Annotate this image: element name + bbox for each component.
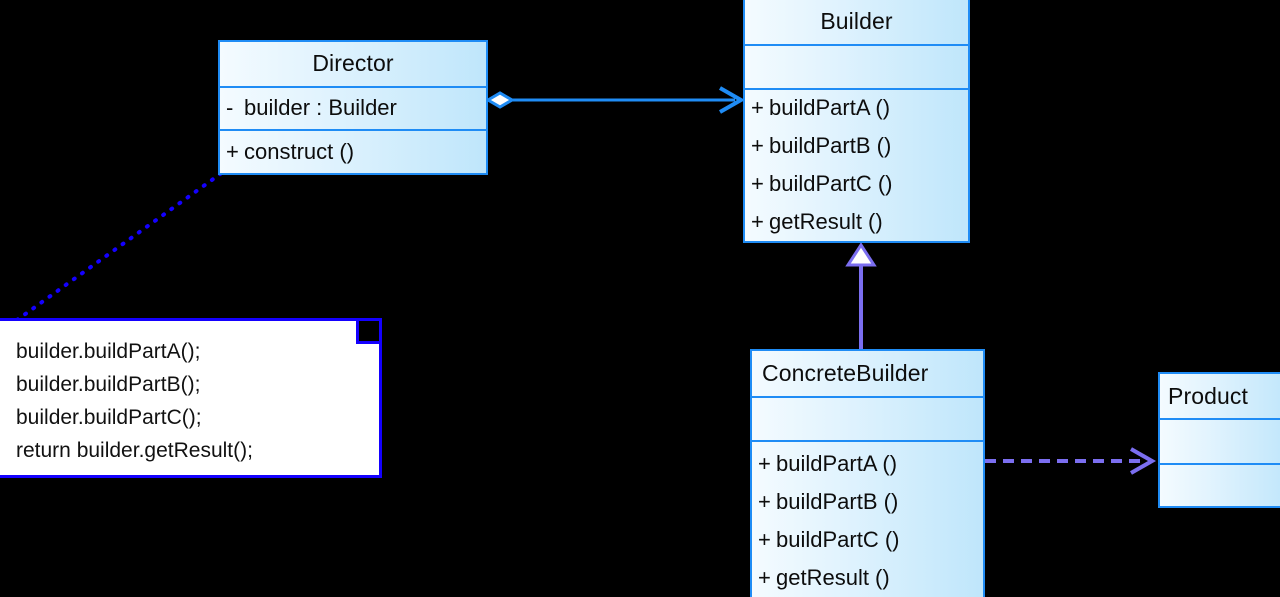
note-anchor-line [15,170,225,322]
operation-row: + buildPartA () [758,445,983,483]
operation-label: buildPartC () [776,526,900,552]
class-operations-concretebuilder: + buildPartA () + buildPartB () + buildPart… [752,440,983,597]
dotted-anchor [15,170,225,322]
operation-label: buildPartA () [776,450,898,476]
class-box-builder[interactable]: Builder + buildPartA () + buildPartB () + b… [743,0,970,243]
class-attributes-director: - builder : Builder [220,85,486,130]
visibility-marker: - [226,95,234,121]
visibility-marker: + [751,133,764,159]
class-box-concretebuilder[interactable]: ConcreteBuilder + buildPartA () + buildPar… [750,349,985,597]
visibility-marker: + [751,95,764,121]
operation-label: getResult () [776,564,890,590]
operation-label: buildPartC () [769,171,893,197]
dependency-concretebuilder-product [985,447,1157,475]
operation-row: + construct () [226,133,486,171]
attribute-row: - builder : Builder [226,89,486,127]
visibility-marker: + [226,139,239,165]
class-title-product: Product [1168,382,1248,409]
class-attributes-builder [745,43,968,88]
note-line: return builder.getResult(); [16,439,253,462]
attribute-label: builder : Builder [244,95,397,121]
note-line: builder.buildPartB(); [16,373,201,396]
hollow-triangle-icon [845,242,877,267]
operation-row: + getResult () [758,559,983,597]
class-attributes-concretebuilder [752,396,983,440]
note-line: builder.buildPartC(); [16,406,202,429]
open-arrow-icon [1130,447,1157,475]
class-attributes-product [1160,418,1280,463]
note-body: builder.buildPartA(); builder.buildPartB… [0,321,379,467]
hollow-diamond-icon [485,91,515,109]
visibility-marker: + [758,564,771,590]
class-title-concretebuilder: ConcreteBuilder [762,360,929,386]
operation-row: + buildPartB () [751,127,968,165]
open-arrow-icon [719,86,746,114]
class-box-product[interactable]: Product [1158,372,1280,508]
visibility-marker: + [758,450,771,476]
operation-row: + buildPartC () [751,165,968,203]
note-line: builder.buildPartA(); [16,340,201,363]
uml-diagram-canvas: Director - builder : Builder + construct (… [0,0,1280,597]
connector-layer [15,86,1157,475]
visibility-marker: + [751,209,764,235]
class-operations-product [1160,463,1280,506]
operation-label: buildPartB () [776,488,899,514]
operation-label: buildPartA () [769,95,891,121]
operation-row: + buildPartB () [758,483,983,521]
class-box-director[interactable]: Director - builder : Builder + construct (… [218,40,488,175]
operation-row: + buildPartA () [751,90,968,128]
visibility-marker: + [758,526,771,552]
operation-row: + buildPartC () [758,521,983,559]
operation-label: getResult () [769,209,883,235]
visibility-marker: + [758,488,771,514]
class-operations-builder: + buildPartA () + buildPartB () + buildPart… [745,87,968,241]
operation-label: construct () [244,139,355,165]
note-box-director-construct[interactable]: builder.buildPartA(); builder.buildPartB… [0,318,382,478]
class-operations-director: + construct () [220,129,486,173]
operation-label: buildPartB () [769,133,892,159]
visibility-marker: + [751,171,764,197]
operation-row: + getResult () [751,203,968,241]
note-fold-corner-icon [356,321,379,344]
generalization-concretebuilder-builder [845,242,877,349]
aggregation-director-builder [485,86,746,114]
class-title-builder: Builder [820,7,893,34]
class-title-director: Director [312,50,394,77]
